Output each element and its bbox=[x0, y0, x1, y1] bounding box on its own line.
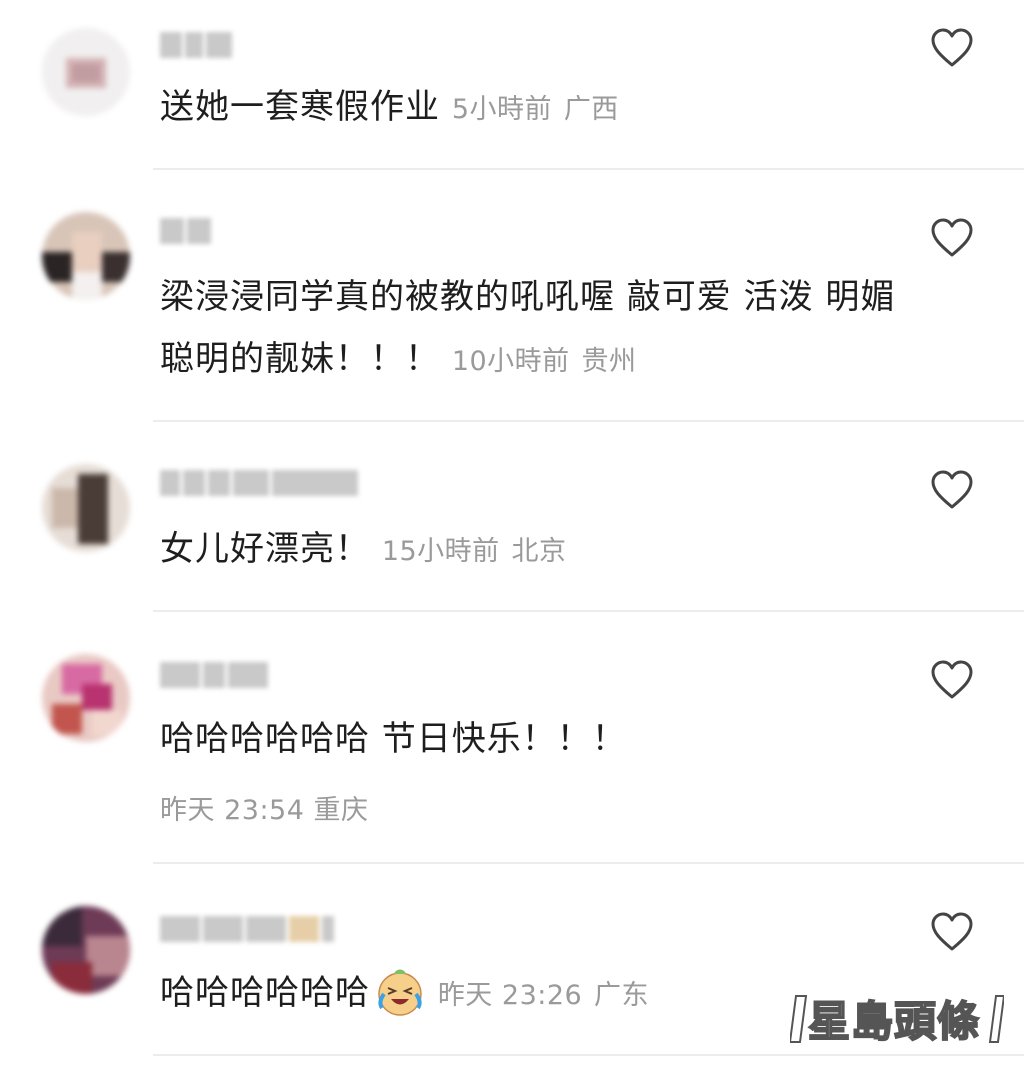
heart-outline-icon[interactable] bbox=[930, 470, 974, 510]
comment-location: 广东 bbox=[594, 980, 650, 1011]
comment-time: 昨天 23:26 bbox=[437, 980, 583, 1011]
username[interactable] bbox=[160, 218, 211, 248]
heart-outline-icon[interactable] bbox=[930, 218, 974, 258]
avatar[interactable] bbox=[42, 212, 130, 300]
divider bbox=[153, 168, 1024, 170]
avatar[interactable] bbox=[42, 654, 130, 742]
comment-location: 北京 bbox=[511, 536, 567, 567]
comment-text: 哈哈哈哈哈哈 节日快乐！！！ bbox=[160, 708, 900, 770]
comment-location: 贵州 bbox=[581, 346, 637, 377]
heart-outline-icon[interactable] bbox=[930, 660, 974, 700]
username[interactable] bbox=[160, 662, 268, 692]
divider bbox=[153, 420, 1024, 422]
comment-time: 15小時前 bbox=[381, 536, 500, 567]
heart-outline-icon[interactable] bbox=[930, 912, 974, 952]
laughing-crying-emoji-icon bbox=[378, 969, 422, 1016]
comment-body: 女儿好漂亮！ bbox=[160, 529, 370, 569]
comment-text: 送她一套寒假作业 5小時前 广西 bbox=[160, 76, 900, 141]
comment-text: 哈哈哈哈哈哈 昨天 23:26 广东 bbox=[160, 962, 900, 1027]
divider bbox=[153, 1054, 1024, 1056]
comment-location: 广西 bbox=[563, 94, 619, 125]
comment-body: 哈哈哈哈哈哈 bbox=[160, 973, 370, 1013]
username[interactable] bbox=[160, 470, 358, 500]
comment-text: 梁浸浸同学真的被教的吼吼喔 敲可爱 活泼 明媚 聪明的靓妹！！！ 10小時前 贵… bbox=[160, 266, 900, 393]
watermark-text: 星島頭條 bbox=[808, 997, 980, 1046]
comment-meta: 昨天 23:54 重庆 bbox=[160, 788, 369, 827]
username[interactable] bbox=[160, 32, 232, 62]
avatar[interactable] bbox=[42, 906, 130, 994]
heart-outline-icon[interactable] bbox=[930, 28, 974, 68]
avatar[interactable] bbox=[42, 28, 130, 116]
watermark-logo: 星島頭條 bbox=[790, 995, 1004, 1047]
divider bbox=[153, 862, 1024, 864]
comment-body: 哈哈哈哈哈哈 节日快乐！！！ bbox=[160, 719, 627, 759]
comment-location: 重庆 bbox=[313, 795, 369, 826]
comment-body: 送她一套寒假作业 bbox=[160, 87, 440, 127]
comment-time: 昨天 23:54 bbox=[160, 795, 305, 826]
avatar[interactable] bbox=[42, 464, 130, 552]
divider bbox=[153, 610, 1024, 612]
comment-time: 5小時前 bbox=[451, 94, 552, 125]
username[interactable] bbox=[160, 916, 334, 946]
comment-time: 10小時前 bbox=[451, 346, 570, 377]
comment-text: 女儿好漂亮！ 15小時前 北京 bbox=[160, 518, 900, 583]
